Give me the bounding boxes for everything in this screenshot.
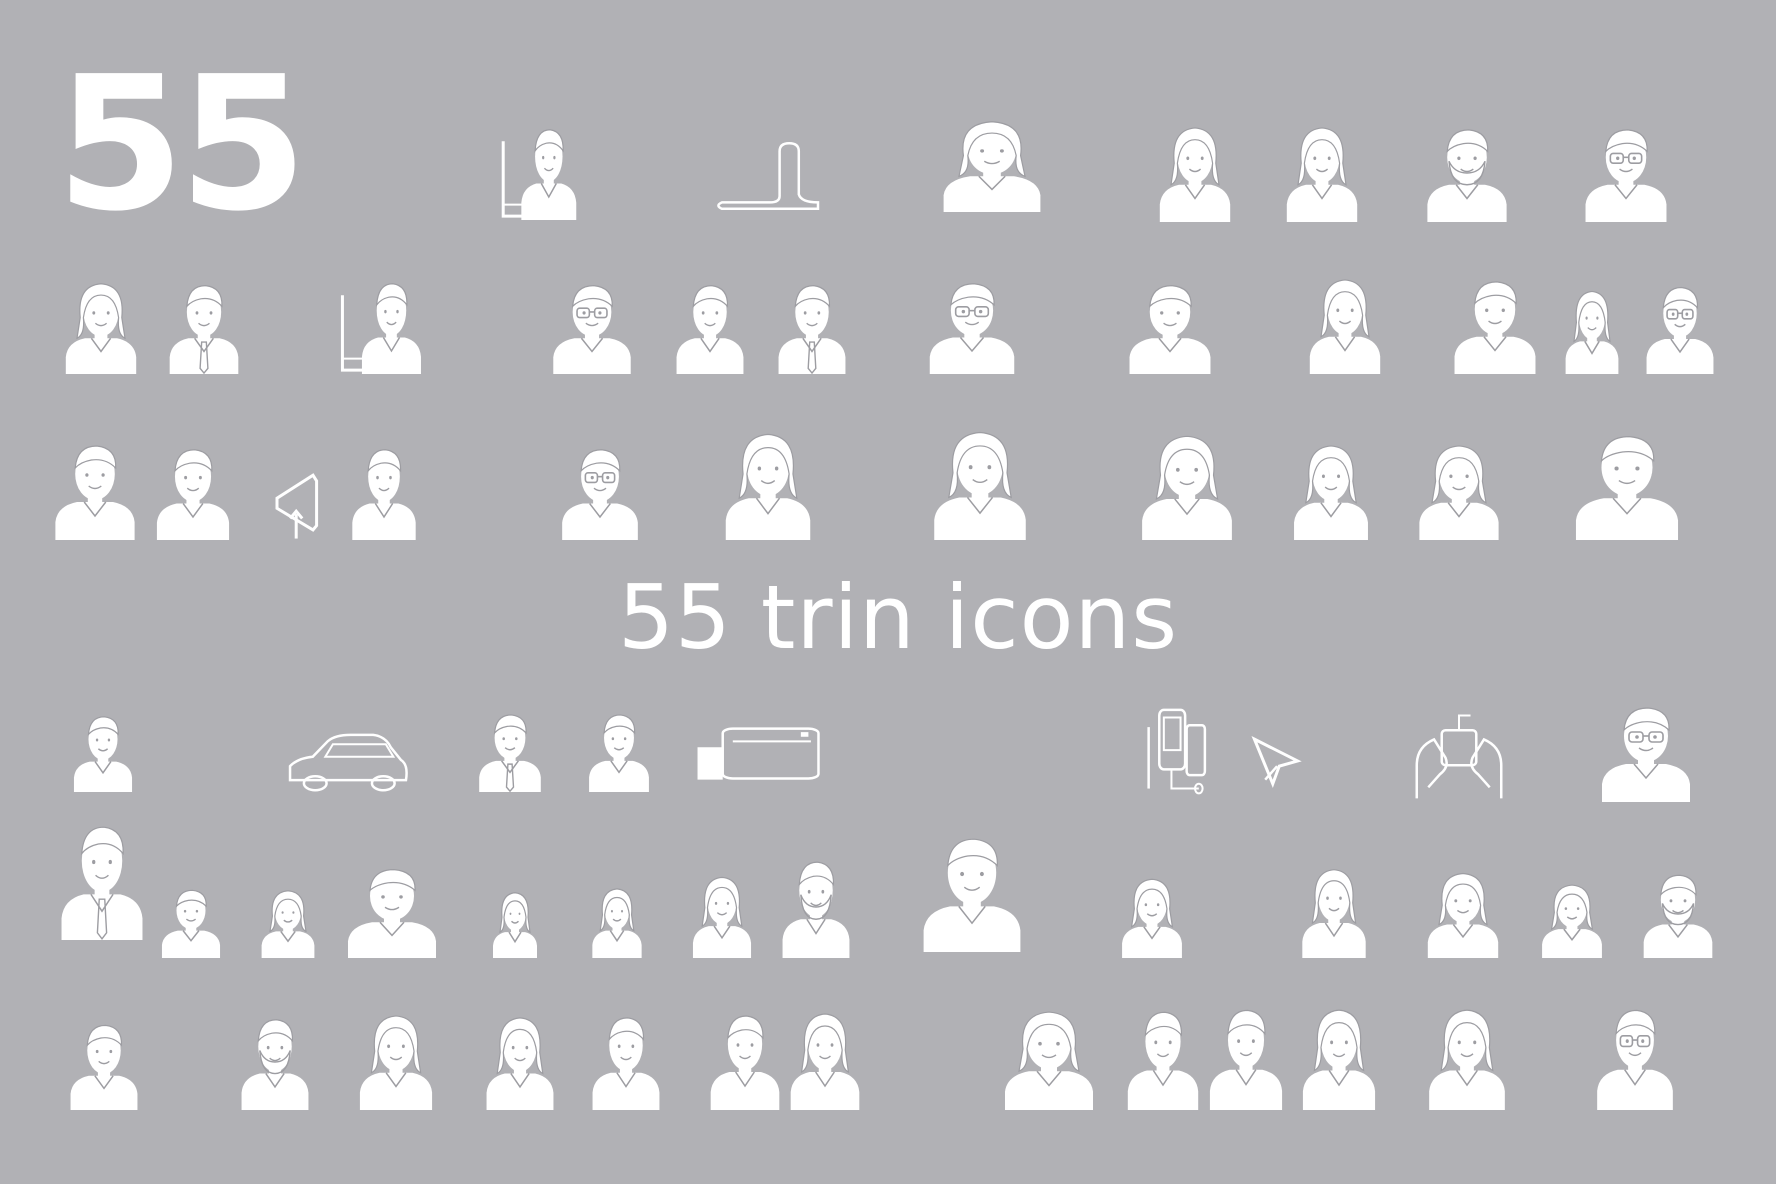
avatar-man-tie-icon	[169, 286, 239, 374]
avatar-woman-wavy-icon	[592, 889, 642, 958]
avatar-man-tie-icon	[778, 286, 846, 374]
abstract-shape-icon	[718, 143, 818, 209]
megaphone-icon	[277, 475, 317, 538]
avatar-woman-phone-icon	[1309, 280, 1381, 374]
avatar-man-spiky-icon	[1127, 1012, 1199, 1110]
avatar-man-icon	[1575, 437, 1679, 540]
avatar-man-shirt-icon	[156, 450, 230, 540]
avatar-woman-curly-icon	[1005, 1012, 1093, 1110]
avatar-woman-bob-icon	[1419, 446, 1499, 540]
avatar-man-icon	[676, 286, 744, 374]
avatar-woman-long-hair-icon	[725, 434, 811, 540]
avatar-woman-icon	[1122, 879, 1182, 958]
avatar-man-beard-icon	[1427, 130, 1507, 222]
avatar-man-suit-icon	[479, 715, 541, 792]
avatar-man-icon	[70, 1025, 138, 1110]
avatar-woman-glasses-icon	[486, 1018, 554, 1110]
car-icon	[290, 735, 407, 790]
avatar-man-icon	[1129, 286, 1211, 374]
avatar-man-glasses-icon	[1646, 288, 1714, 374]
avatar-woman-short-hair-icon	[1429, 1010, 1505, 1110]
avatar-man-icon	[592, 1018, 660, 1110]
avatar-man-selfie-icon	[348, 870, 436, 958]
avatar-woman-side-hair-icon	[1302, 870, 1366, 958]
avatar-man-glasses-icon	[1585, 130, 1667, 222]
wallet-card-icon	[697, 729, 819, 780]
avatar-woman-ponytail-icon	[1286, 128, 1358, 222]
avatar-man-collar-icon	[352, 450, 416, 540]
avatar-man-spiky-icon	[1454, 282, 1536, 374]
avatar-presenter-board-icon	[342, 284, 421, 374]
avatar-woman-necklace-icon	[1159, 128, 1231, 222]
avatar-woman-icon	[1302, 1010, 1376, 1110]
avatar-woman-bun-icon	[65, 284, 137, 374]
avatar-woman-headset-icon	[1142, 436, 1232, 540]
avatar-woman-sunglasses-icon	[934, 432, 1026, 540]
hands-tablet-icon	[1417, 716, 1501, 799]
avatar-woman-icon	[261, 891, 315, 958]
avatar-woman-profile-icon	[493, 893, 537, 958]
avatar-woman-icon	[692, 877, 752, 958]
avatar-man-mustache-icon	[1643, 875, 1713, 958]
avatar-woman-glasses-icon	[359, 1016, 433, 1110]
avatar-woman-suit-icon	[1565, 291, 1619, 374]
avatar-man-shirt-icon	[55, 446, 135, 540]
icon-grid	[55, 0, 1714, 1110]
avatar-man-glasses-icon	[553, 286, 631, 374]
avatar-woman-flower-earrings-icon	[790, 1014, 860, 1110]
avatar-man-glasses-icon	[929, 284, 1015, 374]
avatar-woman-earring-icon	[943, 122, 1041, 212]
phone-devices-icon	[1149, 710, 1205, 794]
avatar-woman-necklace-icon	[1427, 874, 1499, 958]
avatar-man-mustache-icon	[73, 717, 133, 792]
avatar-glasses-at-board-icon	[503, 130, 577, 220]
icon-set-banner: 55 55 trin icons	[0, 0, 1776, 1184]
avatar-man-glasses-mustache-icon	[1597, 1010, 1673, 1110]
cursor-arrow-icon	[1254, 739, 1297, 784]
avatar-boy-icon	[161, 890, 221, 958]
avatar-man-punk-mustache-icon	[782, 862, 850, 958]
avatar-man-quiff-icon	[1209, 1010, 1283, 1110]
avatar-woman-earrings-icon	[1294, 446, 1368, 540]
avatar-man-suit-tie-icon	[61, 827, 143, 940]
avatar-man-glasses-icon	[1602, 708, 1690, 802]
avatar-woman-icon	[1542, 885, 1602, 958]
avatar-man-smiling-icon	[923, 839, 1021, 952]
avatar-man-glasses-tie-icon	[562, 450, 638, 540]
avatar-man-icon	[589, 715, 649, 792]
avatar-man-collar-icon	[710, 1016, 780, 1110]
avatar-man-bearded-icon	[241, 1020, 309, 1110]
